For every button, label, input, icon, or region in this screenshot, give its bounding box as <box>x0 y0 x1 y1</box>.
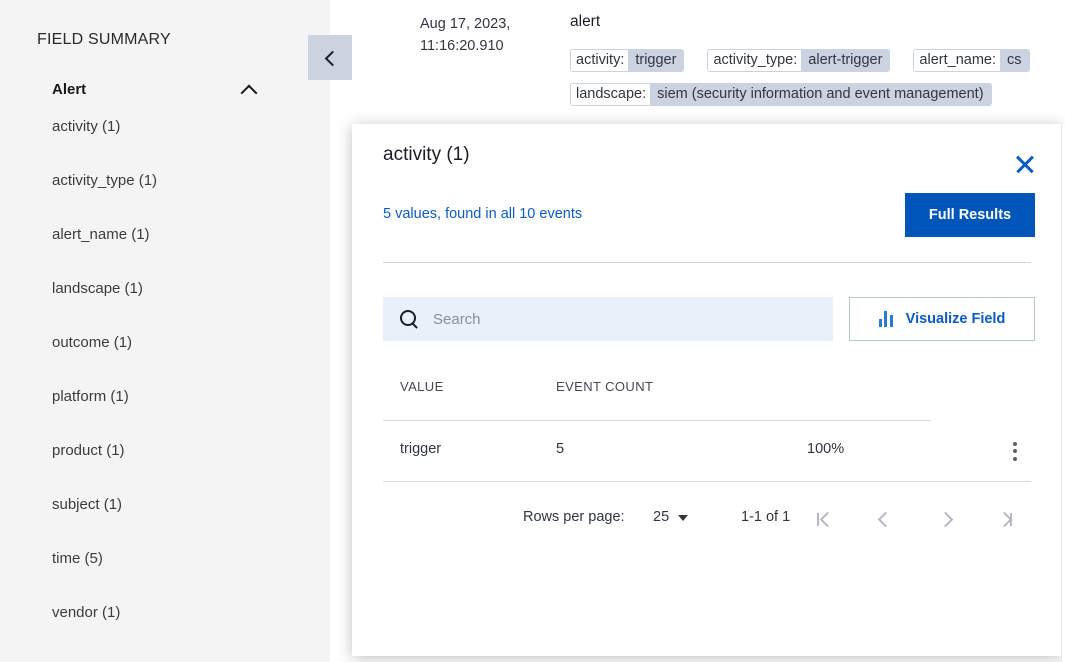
table-row[interactable]: trigger 5 100% <box>383 421 1031 481</box>
sidebar-item-subject[interactable]: subject (1) <box>52 494 312 548</box>
values-summary-link[interactable]: 5 values, found in all 10 events <box>383 206 582 222</box>
last-page-icon[interactable] <box>986 501 1022 537</box>
field-tag-activity[interactable]: activity: trigger <box>570 49 685 72</box>
pagination-range: 1-1 of 1 <box>741 509 791 525</box>
modal-title: activity (1) <box>383 144 470 165</box>
first-page-icon[interactable] <box>806 501 842 537</box>
app-root: Aug 17, 2023, 11:16:20.910 alert activit… <box>0 0 1065 662</box>
field-tag-value: alert-trigger <box>801 50 890 71</box>
sidebar-item-time[interactable]: time (5) <box>52 548 312 602</box>
modal-right-edge-sliver <box>1061 124 1065 662</box>
field-summary-sidebar: FIELD SUMMARY Alert activity (1) activit… <box>0 0 330 662</box>
chevron-down-icon <box>678 515 689 521</box>
pagination: Rows per page: 25 1-1 of 1 <box>383 499 1031 543</box>
sidebar-section-label: Alert <box>52 80 87 98</box>
column-header-event-count: EVENT COUNT <box>556 379 654 394</box>
visualize-field-button[interactable]: Visualize Field <box>849 297 1035 341</box>
rows-per-page-select[interactable]: 25 <box>653 509 689 525</box>
cell-value: trigger <box>400 441 442 457</box>
sidebar-collapse-button[interactable] <box>308 35 352 80</box>
sidebar-item-alert-name[interactable]: alert_name (1) <box>52 224 312 278</box>
sidebar-title: FIELD SUMMARY <box>37 31 171 48</box>
cell-percent: 100% <box>807 441 845 457</box>
document-body: alert activity: trigger activity_type: a… <box>570 13 1065 117</box>
field-tag-key: alert_name: <box>914 50 1000 71</box>
sidebar-item-vendor[interactable]: vendor (1) <box>52 602 312 656</box>
field-tag-key: landscape: <box>571 84 651 105</box>
document-tag-row-1: activity: trigger activity_type: alert-t… <box>570 49 1065 72</box>
document-tag-row-2: landscape: siem (security information an… <box>570 83 1065 106</box>
sidebar-field-list: activity (1) activity_type (1) alert_nam… <box>52 116 312 656</box>
field-tag-value: trigger <box>628 50 684 71</box>
search-icon <box>399 309 419 329</box>
sidebar-item-activity-type[interactable]: activity_type (1) <box>52 170 312 224</box>
modal-divider <box>383 262 1031 263</box>
previous-page-icon[interactable] <box>866 501 902 537</box>
search-field[interactable] <box>383 297 833 341</box>
close-icon[interactable] <box>1010 149 1040 179</box>
visualize-field-label: Visualize Field <box>905 311 1006 327</box>
bar-chart-icon <box>878 311 893 327</box>
values-table-header: VALUE EVENT COUNT <box>383 379 1031 409</box>
cell-event-count: 5 <box>556 441 565 457</box>
field-tag-value: cs <box>1000 50 1029 71</box>
table-row-rule <box>383 481 1031 482</box>
column-header-value: VALUE <box>400 379 444 394</box>
rows-per-page-value: 25 <box>653 509 670 525</box>
full-results-button[interactable]: Full Results <box>905 193 1035 237</box>
field-tag-alert-name[interactable]: alert_name: cs <box>913 49 1030 72</box>
sidebar-item-product[interactable]: product (1) <box>52 440 312 494</box>
document-title: alert <box>570 13 601 30</box>
sidebar-item-platform[interactable]: platform (1) <box>52 386 312 440</box>
field-details-modal: activity (1) 5 values, found in all 10 e… <box>352 124 1062 656</box>
field-tag-value: siem (security information and event man… <box>650 84 991 105</box>
chevron-left-icon <box>323 51 337 65</box>
search-input[interactable] <box>433 310 813 328</box>
sidebar-item-outcome[interactable]: outcome (1) <box>52 332 312 386</box>
sidebar-section-alert[interactable]: Alert <box>52 76 257 102</box>
field-tag-landscape[interactable]: landscape: siem (security information an… <box>570 83 992 106</box>
sidebar-item-activity[interactable]: activity (1) <box>52 116 312 170</box>
field-tag-activity-type[interactable]: activity_type: alert-trigger <box>707 49 891 72</box>
field-tag-key: activity: <box>571 50 629 71</box>
field-tag-key: activity_type: <box>708 50 802 71</box>
rows-per-page-label: Rows per page: <box>523 509 625 525</box>
sidebar-item-landscape[interactable]: landscape (1) <box>52 278 312 332</box>
document-timestamp: Aug 17, 2023, 11:16:20.910 <box>420 16 511 54</box>
chevron-up-icon <box>241 81 257 97</box>
next-page-icon[interactable] <box>926 501 962 537</box>
kebab-menu-icon[interactable] <box>1003 437 1027 465</box>
